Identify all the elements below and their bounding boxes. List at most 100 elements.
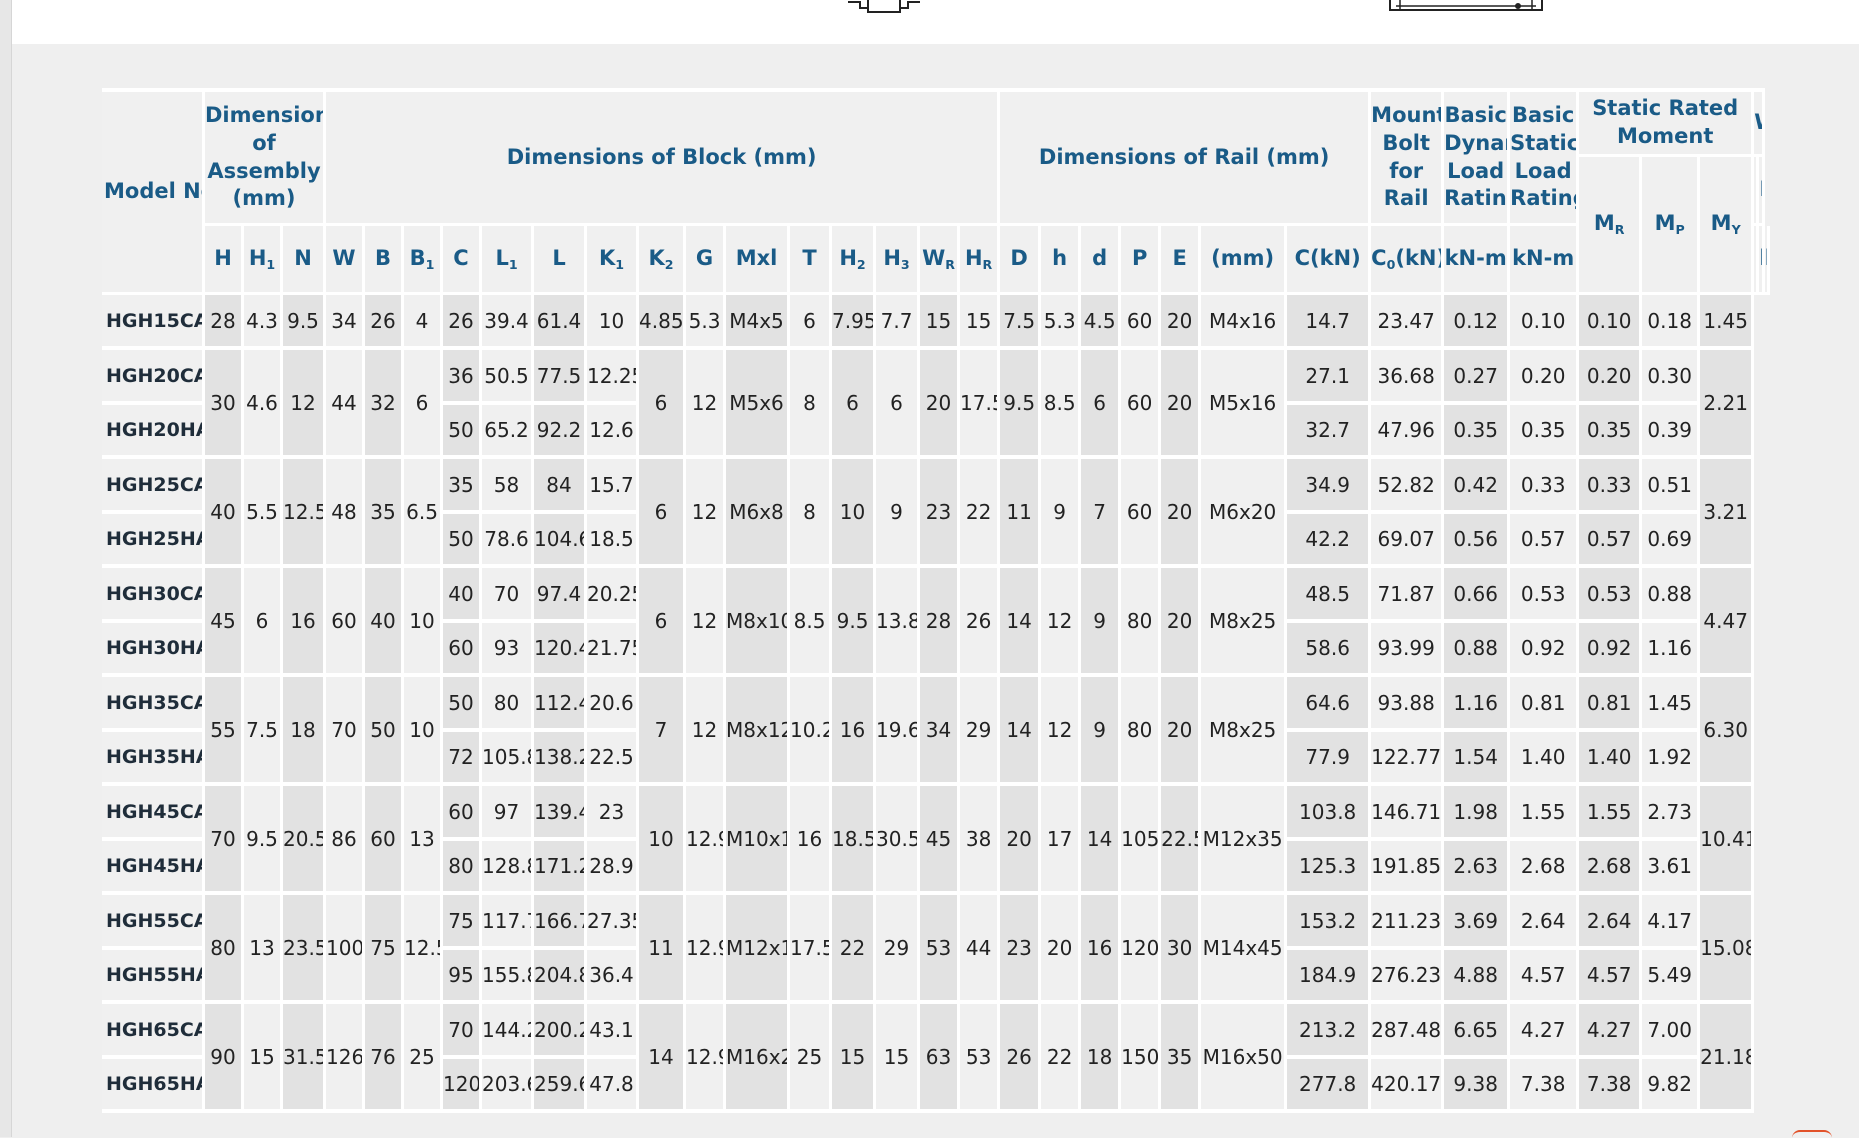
cell-l: 84 (534, 459, 588, 514)
cell-wb: 3.61 (1642, 841, 1701, 895)
cell-hr: 29 (960, 677, 1001, 786)
cell-n: 23.5 (283, 895, 327, 1004)
cell-g: 12 (686, 350, 727, 459)
cell-l1: 58 (482, 459, 535, 514)
cell-k2: 6 (639, 459, 687, 568)
cell-c0: 276.23 (1371, 950, 1445, 1004)
cell-b: 40 (365, 568, 405, 677)
cell-h2: 10 (832, 459, 877, 568)
cell-d: 20 (1000, 786, 1042, 895)
cell-c0: 36.68 (1371, 350, 1445, 405)
cell-n: 18 (283, 677, 327, 786)
table-row: HGH65CA 90 15 31.5 126 76 25 70 144.2 200.2 43.1 14… (102, 1004, 1770, 1113)
cell-wr: 21.18 (1700, 1004, 1755, 1113)
header-WR: WR (920, 226, 961, 295)
cell-cd: 34.9 (1287, 459, 1372, 514)
cell-c: 40 (443, 568, 483, 623)
cell-c: 60 (443, 786, 483, 841)
header-E: E (1161, 226, 1202, 295)
cell-w: 86 (326, 786, 366, 895)
cell-h3: 9 (876, 459, 921, 568)
cell-wb: 1.92 (1642, 732, 1701, 786)
cell-k1: 47.8 (587, 1059, 640, 1113)
cell-model: HGH65CA (102, 1004, 205, 1059)
cell-g: 5.3 (686, 295, 727, 350)
cell-d: 9.5 (1000, 350, 1042, 459)
cell-b1: 10 (404, 677, 444, 786)
header-L: L (534, 226, 588, 295)
cell-mr: 1.54 (1444, 732, 1511, 786)
cell-wb: 0.30 (1642, 350, 1701, 405)
cell-h3: 7.7 (876, 295, 921, 350)
header-h: h (1041, 226, 1082, 295)
cell-d: 14 (1081, 786, 1122, 895)
cell-model: HGH15CA (102, 295, 205, 350)
cell-g: 12 (686, 459, 727, 568)
cell-cd: 184.9 (1287, 950, 1372, 1004)
cell-wr: 15 (920, 295, 961, 350)
cell-g: 12.9 (686, 1004, 727, 1113)
cell-h: 12 (1041, 568, 1082, 677)
cell-c0: 93.99 (1371, 623, 1445, 677)
cell-l1: 70 (482, 568, 535, 623)
cell-d: 16 (1081, 895, 1122, 1004)
cell-l1: 117.7 (482, 895, 535, 950)
cell-h1: 6 (244, 568, 283, 677)
cell-model: HGH65HA (102, 1059, 205, 1113)
cell-w: 48 (326, 459, 366, 568)
cell-hr: 44 (960, 895, 1001, 1004)
cell-model: HGH25HA (102, 514, 205, 568)
cell-wr: 4.47 (1700, 568, 1755, 677)
cell-cd: 32.7 (1287, 405, 1372, 459)
cell-m: M6x8 (726, 459, 791, 568)
cell-w: 44 (326, 350, 366, 459)
cell-h: 5.3 (1041, 295, 1082, 350)
cell-c0: 146.71 (1371, 786, 1445, 841)
cell-w: 126 (326, 1004, 366, 1113)
cell-mp: 0.53 (1510, 568, 1580, 623)
cell-bolt: M12x35 (1201, 786, 1288, 895)
cell-my: 4.27 (1579, 1004, 1643, 1059)
drawing-band (12, 0, 1859, 44)
cell-n: 31.5 (283, 1004, 327, 1113)
cell-h: 80 (205, 895, 244, 1004)
cell-t: 8.5 (790, 568, 833, 677)
table-row: HGH55CA801323.51007512.575117.7166.727.3… (102, 895, 1770, 1004)
cell-e: 20 (1161, 295, 1202, 350)
header-T: T (790, 226, 833, 295)
cell-p: 120 (1121, 895, 1162, 1004)
cell-mp: 1.40 (1510, 732, 1580, 786)
table-row: HGH45CA709.520.58660136097139.4231012.9M… (102, 786, 1770, 895)
cell-b: 26 (365, 295, 405, 350)
cell-b1: 6 (404, 350, 444, 459)
cell-l: 259.6 (534, 1059, 588, 1113)
table-row: HGH35CA 55 7.5 18 70 50 10 50 80 112.4 20.6 7 12 M8x1… (102, 677, 1770, 786)
cell-t: 6 (790, 295, 833, 350)
cell-mp: 0.10 (1510, 295, 1580, 350)
cell-k2: 6 (639, 568, 687, 677)
cell-hr: 15 (960, 295, 1001, 350)
cell-b1: 13 (404, 786, 444, 895)
cell-b1: 12.5 (404, 895, 444, 1004)
cell-h1: 9.5 (244, 786, 283, 895)
cell-mr: 0.88 (1444, 623, 1511, 677)
header-N: N (283, 226, 327, 295)
cell-h2: 22 (832, 895, 877, 1004)
cell-wr: 63 (920, 1004, 961, 1113)
cell-mr: 6.65 (1444, 1004, 1511, 1059)
cell-n: 16 (283, 568, 327, 677)
cell-l1: 78.6 (482, 514, 535, 568)
header-block: Dimensions of Block (mm) (326, 88, 1001, 226)
cell-h: 45 (205, 568, 244, 677)
cell-mr: 9.38 (1444, 1059, 1511, 1113)
header-unit-kgm: kg/m (1764, 226, 1770, 295)
cell-l: 138.2 (534, 732, 588, 786)
cell-wb: 4.17 (1642, 895, 1701, 950)
cell-b1: 6.5 (404, 459, 444, 568)
cell-l: 61.4 (534, 295, 588, 350)
header-K2: K2 (639, 226, 687, 295)
cell-d: 6 (1081, 350, 1122, 459)
cell-h: 8.5 (1041, 350, 1082, 459)
cell-d: 18 (1081, 1004, 1122, 1113)
cell-n: 12.5 (283, 459, 327, 568)
